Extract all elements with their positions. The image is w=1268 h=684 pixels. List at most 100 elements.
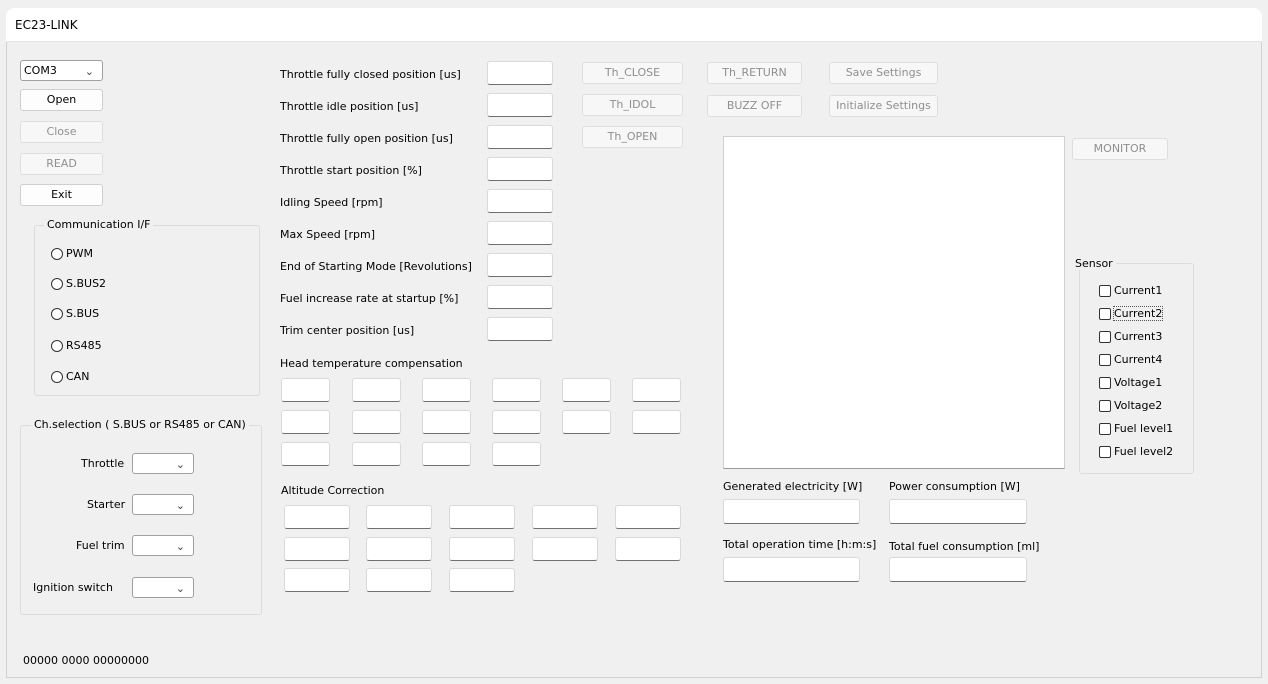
altitude-title: Altitude Correction [281, 484, 385, 497]
checkbox-label: Current3 [1114, 330, 1163, 343]
fuel-increase-rate-input[interactable] [487, 285, 553, 309]
th-return-button[interactable]: Th_RETURN [707, 62, 802, 84]
altitude-input[interactable] [366, 537, 432, 561]
sensor-current2-checkbox[interactable]: Current2 [1099, 306, 1184, 322]
total-operation-time-label: Total operation time [h:m:s] [723, 538, 877, 551]
head-temp-input[interactable] [422, 410, 471, 434]
monitor-button[interactable]: MONITOR [1072, 138, 1168, 160]
radio-sbus2[interactable]: S.BUS2 [51, 276, 141, 292]
sensor-voltage2-checkbox[interactable]: Voltage2 [1099, 398, 1184, 414]
head-temp-input[interactable] [492, 410, 541, 434]
initialize-settings-button[interactable]: Initialize Settings [829, 95, 938, 117]
sensor-fuel-level2-checkbox[interactable]: Fuel level2 [1099, 444, 1184, 460]
checkbox-label: Fuel level2 [1114, 445, 1174, 458]
throttle-closed-input[interactable] [487, 61, 553, 85]
checkbox-box [1099, 285, 1111, 297]
radio-label: RS485 [66, 339, 102, 352]
radio-can[interactable]: CAN [51, 369, 141, 385]
window-title: EC23-LINK [15, 18, 78, 32]
open-button[interactable]: Open [20, 89, 103, 111]
radio-circle [51, 308, 63, 320]
radio-sbus[interactable]: S.BUS [51, 306, 141, 322]
radio-label: PWM [66, 247, 94, 260]
head-temp-input[interactable] [422, 442, 471, 466]
head-temp-input[interactable] [352, 378, 401, 402]
checkbox-box [1099, 308, 1111, 320]
head-temp-input[interactable] [281, 442, 330, 466]
th-idol-button[interactable]: Th_IDOL [582, 94, 683, 116]
head-temp-input[interactable] [562, 410, 611, 434]
altitude-input[interactable] [284, 537, 350, 561]
altitude-input[interactable] [615, 505, 681, 529]
head-temp-input[interactable] [562, 378, 611, 402]
com-port-select[interactable]: COM3 ⌄ [20, 60, 103, 81]
altitude-input[interactable] [532, 505, 598, 529]
altitude-input[interactable] [449, 505, 515, 529]
total-fuel-consumption-field [889, 557, 1027, 582]
fuel-trim-channel-select[interactable]: ⌄ [132, 535, 194, 556]
head-temp-input[interactable] [352, 442, 401, 466]
chevron-down-icon: ⌄ [175, 499, 185, 512]
radio-pwm[interactable]: PWM [51, 246, 141, 262]
sensor-current3-checkbox[interactable]: Current3 [1099, 329, 1184, 345]
radio-label: S.BUS [66, 307, 100, 320]
total-operation-time-field [723, 557, 860, 582]
param-label: Throttle fully open position [us] [280, 132, 453, 145]
throttle-channel-select[interactable]: ⌄ [132, 453, 194, 474]
sensor-fuel-level1-checkbox[interactable]: Fuel level1 [1099, 421, 1184, 437]
sensor-current1-checkbox[interactable]: Current1 [1099, 283, 1184, 299]
head-temp-input[interactable] [352, 410, 401, 434]
head-temp-input[interactable] [632, 378, 681, 402]
starter-channel-select[interactable]: ⌄ [132, 494, 194, 515]
checkbox-box [1099, 354, 1111, 366]
param-label: Fuel increase rate at startup [%] [280, 292, 459, 305]
ignition-switch-channel-select[interactable]: ⌄ [132, 577, 194, 598]
altitude-input[interactable] [366, 505, 432, 529]
param-label: Throttle start position [%] [280, 164, 422, 177]
buzz-off-button[interactable]: BUZZ OFF [707, 95, 802, 117]
close-button[interactable]: Close [20, 121, 103, 143]
altitude-input[interactable] [284, 568, 350, 592]
starter-label: Starter [87, 498, 126, 511]
altitude-input[interactable] [284, 505, 350, 529]
radio-rs485[interactable]: RS485 [51, 338, 141, 354]
chevron-down-icon: ⌄ [175, 458, 185, 471]
altitude-input[interactable] [449, 537, 515, 561]
save-settings-button[interactable]: Save Settings [829, 62, 938, 84]
param-label: Max Speed [rpm] [280, 228, 376, 241]
head-temp-input[interactable] [422, 378, 471, 402]
head-temp-input[interactable] [281, 410, 330, 434]
throttle-start-input[interactable] [487, 157, 553, 181]
head-temp-input[interactable] [632, 410, 681, 434]
power-consumption-field [889, 499, 1027, 524]
radio-circle [51, 340, 63, 352]
throttle-idle-input[interactable] [487, 93, 553, 117]
sensor-current4-checkbox[interactable]: Current4 [1099, 352, 1184, 368]
altitude-input[interactable] [532, 537, 598, 561]
th-open-button[interactable]: Th_OPEN [582, 126, 683, 148]
chevron-down-icon: ⌄ [175, 540, 185, 553]
checkbox-label: Voltage1 [1114, 376, 1163, 389]
exit-button[interactable]: Exit [20, 184, 103, 206]
head-temp-input[interactable] [281, 378, 330, 402]
trim-center-input[interactable] [487, 317, 553, 341]
ch-selection-group-title: Ch.selection ( S.BUS or RS485 or CAN) [31, 418, 249, 431]
throttle-open-input[interactable] [487, 125, 553, 149]
checkbox-box [1099, 331, 1111, 343]
head-temp-input[interactable] [492, 442, 541, 466]
idling-speed-input[interactable] [487, 189, 553, 213]
param-label: Throttle fully closed position [us] [280, 68, 461, 81]
max-speed-input[interactable] [487, 221, 553, 245]
altitude-input[interactable] [366, 568, 432, 592]
read-button[interactable]: READ [20, 153, 103, 175]
altitude-input[interactable] [449, 568, 515, 592]
checkbox-label: Voltage2 [1114, 399, 1163, 412]
head-temp-input[interactable] [492, 378, 541, 402]
th-close-button[interactable]: Th_CLOSE [582, 62, 683, 84]
checkbox-box [1099, 377, 1111, 389]
altitude-input[interactable] [615, 537, 681, 561]
sensor-voltage1-checkbox[interactable]: Voltage1 [1099, 375, 1184, 391]
checkbox-label: Current1 [1114, 284, 1163, 297]
fuel-trim-label: Fuel trim [76, 539, 125, 552]
end-starting-mode-input[interactable] [487, 253, 553, 277]
